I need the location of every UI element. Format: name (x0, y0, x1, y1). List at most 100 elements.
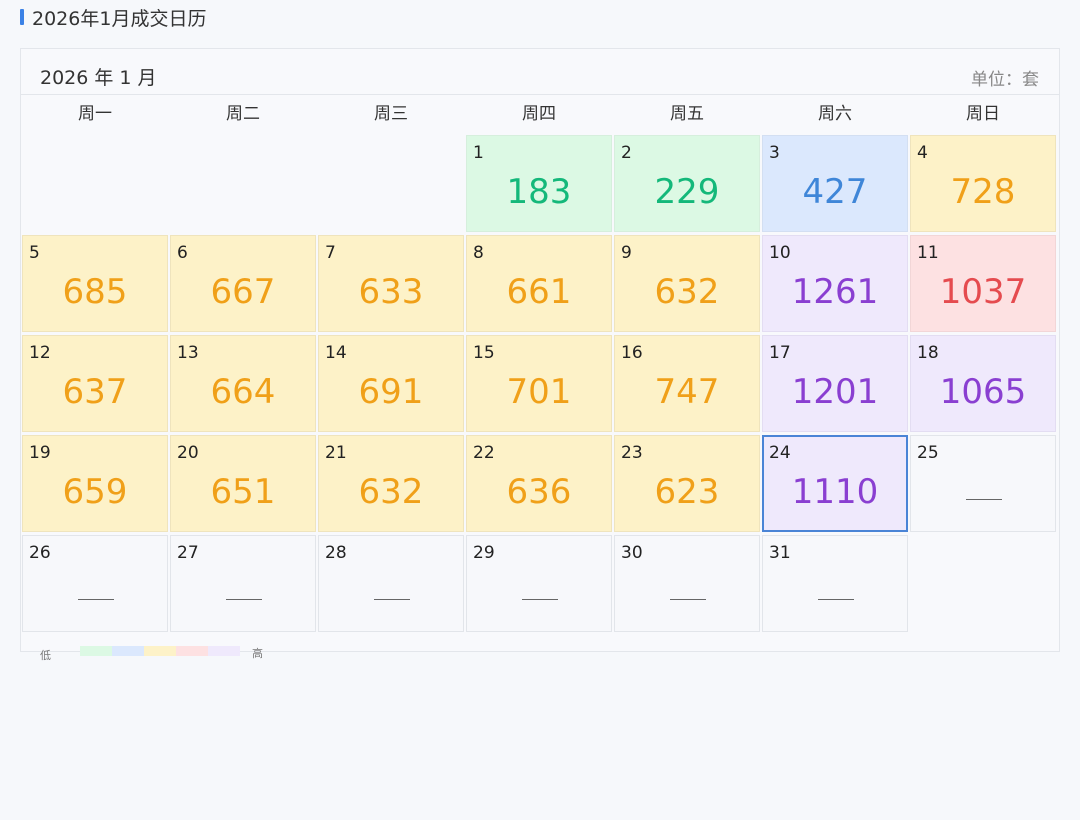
title-accent-bar (20, 9, 24, 25)
day-deal-count: 728 (950, 172, 1016, 212)
no-data-dash (226, 599, 262, 600)
day-deal-count: 685 (62, 272, 128, 312)
day-cell[interactable]: 24 1110 (762, 435, 908, 532)
no-data-dash (374, 599, 410, 600)
day-number: 30 (621, 543, 643, 563)
day-cell[interactable]: 20 651 (170, 435, 316, 532)
day-cell[interactable]: 5 685 (22, 235, 168, 332)
day-number: 7 (325, 243, 336, 263)
day-number: 19 (29, 443, 51, 463)
day-number: 26 (29, 543, 51, 563)
day-cell[interactable]: 12 637 (22, 335, 168, 432)
weekday-header-row: 周一 周二 周三 周四 周五 周六 周日 (21, 95, 1059, 135)
day-deal-count: 661 (506, 272, 572, 312)
day-number: 20 (177, 443, 199, 463)
day-number: 5 (29, 243, 40, 263)
day-deal-count: 1201 (791, 372, 879, 412)
day-deal-count: 637 (62, 372, 128, 412)
day-number: 24 (769, 443, 791, 463)
no-data-dash (78, 599, 114, 600)
weekday-sun: 周日 (966, 104, 1000, 124)
day-deal-count: 659 (62, 472, 128, 512)
no-data-dash (522, 599, 558, 600)
day-number: 31 (769, 543, 791, 563)
day-number: 18 (917, 343, 939, 363)
legend-swatch (208, 646, 240, 656)
day-deal-count: 1110 (791, 472, 879, 512)
day-cell[interactable]: 19 659 (22, 435, 168, 532)
legend-swatch (144, 646, 176, 656)
day-number: 28 (325, 543, 347, 563)
day-cell[interactable]: 27 (170, 535, 316, 632)
day-cell[interactable]: 9 632 (614, 235, 760, 332)
day-number: 9 (621, 243, 632, 263)
day-cell[interactable]: 21 632 (318, 435, 464, 532)
day-deal-count: 636 (506, 472, 572, 512)
day-cell[interactable]: 17 1201 (762, 335, 908, 432)
day-deal-count: 632 (654, 272, 720, 312)
day-number: 27 (177, 543, 199, 563)
day-number: 23 (621, 443, 643, 463)
day-cell[interactable]: 25 (910, 435, 1056, 532)
day-cell[interactable]: 16 747 (614, 335, 760, 432)
weekday-mon: 周一 (78, 104, 112, 124)
day-deal-count: 747 (654, 372, 720, 412)
day-number: 10 (769, 243, 791, 263)
day-cell[interactable]: 7 633 (318, 235, 464, 332)
day-number: 3 (769, 143, 780, 163)
day-number: 4 (917, 143, 928, 163)
day-cell[interactable]: 14 691 (318, 335, 464, 432)
weekday-thu: 周四 (522, 104, 556, 124)
day-cell[interactable]: 8 661 (466, 235, 612, 332)
day-number: 16 (621, 343, 643, 363)
page-title: 2026年1月成交日历 (32, 7, 207, 30)
day-cell[interactable]: 6 667 (170, 235, 316, 332)
day-cell[interactable]: 22 636 (466, 435, 612, 532)
no-data-dash (818, 599, 854, 600)
day-number: 1 (473, 143, 484, 163)
day-cell[interactable]: 15 701 (466, 335, 612, 432)
day-deal-count: 1065 (939, 372, 1027, 412)
day-number: 8 (473, 243, 484, 263)
day-number: 17 (769, 343, 791, 363)
day-cell[interactable]: 13 664 (170, 335, 316, 432)
day-cell[interactable]: 10 1261 (762, 235, 908, 332)
page: 2026年1月成交日历 2026 年 1 月 单位：套 周一 周二 周三 周四 … (0, 0, 1080, 820)
day-number: 6 (177, 243, 188, 263)
day-number: 29 (473, 543, 495, 563)
weekday-fri: 周五 (670, 104, 704, 124)
no-data-dash (966, 499, 1002, 500)
weekday-wed: 周三 (374, 104, 408, 124)
day-number: 15 (473, 343, 495, 363)
day-deal-count: 427 (802, 172, 868, 212)
legend-swatch (112, 646, 144, 656)
day-cell[interactable]: 3 427 (762, 135, 908, 232)
legend-swatches (80, 646, 240, 656)
day-deal-count: 691 (358, 372, 424, 412)
unit-label: 单位：套 (971, 70, 1039, 90)
day-cell[interactable]: 23 623 (614, 435, 760, 532)
day-cell[interactable]: 18 1065 (910, 335, 1056, 432)
day-deal-count: 664 (210, 372, 276, 412)
legend-high-label: 高 (252, 647, 263, 660)
day-number: 22 (473, 443, 495, 463)
day-deal-count: 183 (506, 172, 572, 212)
page-title-block: 2026年1月成交日历 (20, 5, 207, 30)
day-cell[interactable]: 30 (614, 535, 760, 632)
day-cell[interactable]: 1 183 (466, 135, 612, 232)
day-cell[interactable]: 29 (466, 535, 612, 632)
day-cell[interactable]: 26 (22, 535, 168, 632)
day-deal-count: 1037 (939, 272, 1027, 312)
day-deal-count: 701 (506, 372, 572, 412)
day-cell[interactable]: 4 728 (910, 135, 1056, 232)
day-cell[interactable]: 31 (762, 535, 908, 632)
legend-swatch (80, 646, 112, 656)
legend-low-label: 低 (40, 649, 51, 662)
day-deal-count: 667 (210, 272, 276, 312)
day-deal-count: 623 (654, 472, 720, 512)
day-deal-count: 229 (654, 172, 720, 212)
day-deal-count: 1261 (791, 272, 879, 312)
day-cell[interactable]: 28 (318, 535, 464, 632)
day-cell[interactable]: 11 1037 (910, 235, 1056, 332)
day-cell[interactable]: 2 229 (614, 135, 760, 232)
